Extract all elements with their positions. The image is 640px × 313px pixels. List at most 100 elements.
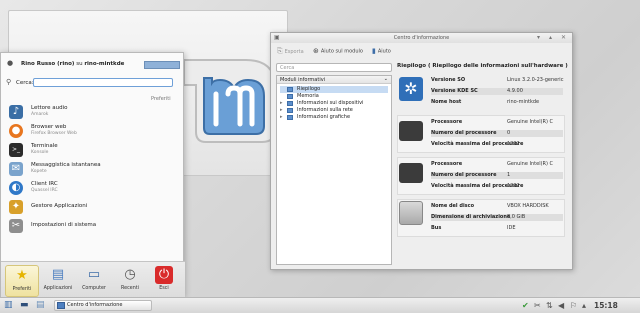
task-label: Centro d'informazione bbox=[67, 302, 123, 308]
tree-item-network[interactable]: ▸ Informazioni sulla rete bbox=[280, 107, 388, 114]
user-line: Rino Russo (rino) su rino-mintkde bbox=[21, 61, 124, 67]
notifications-icon[interactable]: ⚐ bbox=[570, 300, 577, 311]
window-title: Centro d'informazione bbox=[393, 35, 450, 41]
module-tree: Moduli informativi ⌄ Riepilogo Memoria ▸… bbox=[276, 75, 392, 265]
row-value: IDE bbox=[507, 225, 516, 231]
info-row: Velocità massima del processore 1292 bbox=[431, 183, 563, 190]
kopete-icon: ✉ bbox=[9, 162, 23, 176]
expand-arrow-icon[interactable]: ▸ bbox=[280, 107, 286, 113]
tab-computer[interactable]: ▭ Computer bbox=[77, 265, 111, 297]
favorite-item-irc[interactable]: ◐ Client IRC Quassel IRC bbox=[9, 179, 179, 197]
module-search-input[interactable]: Cerca bbox=[276, 63, 392, 72]
row-value: 1292 bbox=[507, 183, 520, 189]
row-key: Nome host bbox=[431, 99, 462, 105]
info-row: Nome del disco VBOX HARDDISK bbox=[431, 203, 563, 210]
clock[interactable]: 15:18 bbox=[594, 301, 618, 310]
file-manager-icon[interactable]: ▤ bbox=[36, 300, 45, 311]
favorite-item-messaging[interactable]: ✉ Messaggistica istantanea Kopete bbox=[9, 160, 179, 178]
favorite-subtitle: Quassel IRC bbox=[31, 188, 58, 193]
row-key: Processore bbox=[431, 119, 463, 125]
star-icon: ★ bbox=[16, 268, 28, 283]
favorite-item-audio[interactable]: ♪ Lettore audio Amarok bbox=[9, 103, 179, 121]
module-help-label: Aiuto sul modulo bbox=[320, 48, 363, 55]
export-icon: ⎘ bbox=[277, 47, 283, 55]
amarok-icon: ♪ bbox=[9, 105, 23, 119]
firefox-icon: ● bbox=[9, 124, 23, 138]
row-value: Linux 3.2.0-23-generic bbox=[507, 77, 564, 83]
kde-logo-icon bbox=[144, 61, 180, 69]
favorite-item-browser[interactable]: ● Browser web Firefox Browser Web bbox=[9, 122, 179, 140]
search-input[interactable] bbox=[33, 78, 173, 87]
host-name: rino-mintkde bbox=[84, 61, 125, 67]
row-value: 8,0 GiB bbox=[507, 214, 526, 220]
tree-item-graphics[interactable]: ▸ Informazioni grafiche bbox=[280, 114, 388, 121]
favorite-item-settings[interactable]: ✂ Impostazioni di sistema bbox=[9, 217, 179, 235]
help-label: Aiuto bbox=[377, 48, 391, 55]
cpu-chip-icon bbox=[399, 121, 423, 141]
hard-disk-icon bbox=[399, 201, 423, 225]
row-key: Versione KDE SC bbox=[431, 88, 478, 94]
tab-label: Preferiti bbox=[12, 287, 32, 292]
cpu-section-0: Processore Genuine Intel(R) C Numero del … bbox=[397, 115, 565, 153]
favorite-title: Messaggistica istantanea bbox=[31, 162, 101, 168]
favorite-item-terminal[interactable]: >_ Terminale Konsole bbox=[9, 141, 179, 159]
computer-icon: ▭ bbox=[87, 267, 101, 282]
tree-item-summary[interactable]: Riepilogo bbox=[280, 86, 388, 93]
tab-favorites[interactable]: ★ Preferiti bbox=[5, 265, 39, 297]
tab-recent[interactable]: ◷ Recenti bbox=[113, 265, 147, 297]
minimize-icon[interactable]: ▾ bbox=[537, 34, 540, 41]
cpu-chip-icon bbox=[399, 163, 423, 183]
menu-search: ⚲ Cerca: bbox=[1, 77, 185, 89]
row-value: Genuine Intel(R) C bbox=[507, 161, 554, 167]
disk-section: Nome del disco VBOX HARDDISK Dimensione d… bbox=[397, 199, 565, 237]
row-value: rino-mintkde bbox=[507, 99, 540, 105]
close-icon[interactable]: ✕ bbox=[561, 34, 566, 41]
module-help-button[interactable]: ⊛ Aiuto sul modulo bbox=[313, 47, 363, 57]
software-manager-icon: ✦ bbox=[9, 200, 23, 214]
info-row: Dimensione di archiviazione 8,0 GiB bbox=[431, 214, 563, 221]
tree-item-devices[interactable]: ▸ Informazioni sui dispositivi bbox=[280, 100, 388, 107]
tree-item-label: Informazioni grafiche bbox=[297, 114, 351, 120]
window-titlebar[interactable]: ▣ Centro d'informazione ▾ ▴ ✕ bbox=[271, 33, 572, 43]
update-check-icon[interactable]: ✔ bbox=[522, 300, 529, 311]
app-launcher-icon[interactable]: ▥ bbox=[4, 300, 13, 311]
user-name: Rino Russo (rino) bbox=[21, 61, 75, 67]
module-icon bbox=[287, 108, 293, 113]
cpu-section-1: Processore Genuine Intel(R) C Numero del … bbox=[397, 157, 565, 195]
os-section: ✲ Versione SO Linux 3.2.0-23-generic Vers… bbox=[397, 75, 565, 113]
tree-item-memory[interactable]: Memoria bbox=[280, 93, 388, 100]
info-row: Processore Genuine Intel(R) C bbox=[431, 161, 563, 168]
search-label: Cerca: bbox=[16, 80, 34, 86]
maximize-icon[interactable]: ▴ bbox=[549, 34, 552, 41]
favorite-title: Terminale bbox=[31, 143, 58, 149]
tree-header[interactable]: Moduli informativi ⌄ bbox=[277, 76, 391, 84]
help-module-icon: ⊛ bbox=[313, 47, 319, 55]
row-value: Genuine Intel(R) C bbox=[507, 119, 554, 125]
tray-expand-icon[interactable]: ▴ bbox=[582, 300, 586, 311]
task-infocenter[interactable]: Centro d'informazione bbox=[54, 300, 152, 311]
favorite-item-software-manager[interactable]: ✦ Gestore Applicazioni bbox=[9, 198, 179, 216]
info-row: Versione SO Linux 3.2.0-23-generic bbox=[431, 77, 563, 84]
row-value: 1 bbox=[507, 172, 511, 178]
show-desktop-icon[interactable]: ▬ bbox=[20, 300, 29, 311]
toolbar: ⎘ Esporta ⊛ Aiuto sul modulo ▮ Aiuto bbox=[271, 45, 572, 59]
tab-applications[interactable]: ▤ Applicazioni bbox=[41, 265, 75, 297]
module-icon bbox=[287, 87, 293, 92]
clipboard-icon[interactable]: ✂ bbox=[534, 300, 541, 311]
favorite-title: Client IRC bbox=[31, 181, 58, 187]
favorite-subtitle: Konsole bbox=[31, 150, 49, 155]
expand-arrow-icon[interactable]: ▸ bbox=[280, 114, 286, 120]
export-button[interactable]: ⎘ Esporta bbox=[277, 47, 304, 57]
expand-arrow-icon[interactable]: ▸ bbox=[280, 100, 286, 106]
tab-label: Recenti bbox=[121, 286, 139, 291]
help-button[interactable]: ▮ Aiuto bbox=[372, 47, 391, 57]
quassel-icon: ◐ bbox=[9, 181, 23, 195]
volume-icon[interactable]: ◀ bbox=[558, 300, 564, 311]
clock-icon: ◷ bbox=[124, 267, 136, 282]
tab-leave[interactable]: ⏻ Esci bbox=[147, 265, 181, 297]
network-icon[interactable]: ⇅ bbox=[546, 300, 553, 311]
row-value: VBOX HARDDISK bbox=[507, 203, 549, 209]
info-row: Velocità massima del processore 1292 bbox=[431, 141, 563, 148]
row-key: Bus bbox=[431, 225, 442, 231]
tab-label: Esci bbox=[159, 286, 169, 291]
